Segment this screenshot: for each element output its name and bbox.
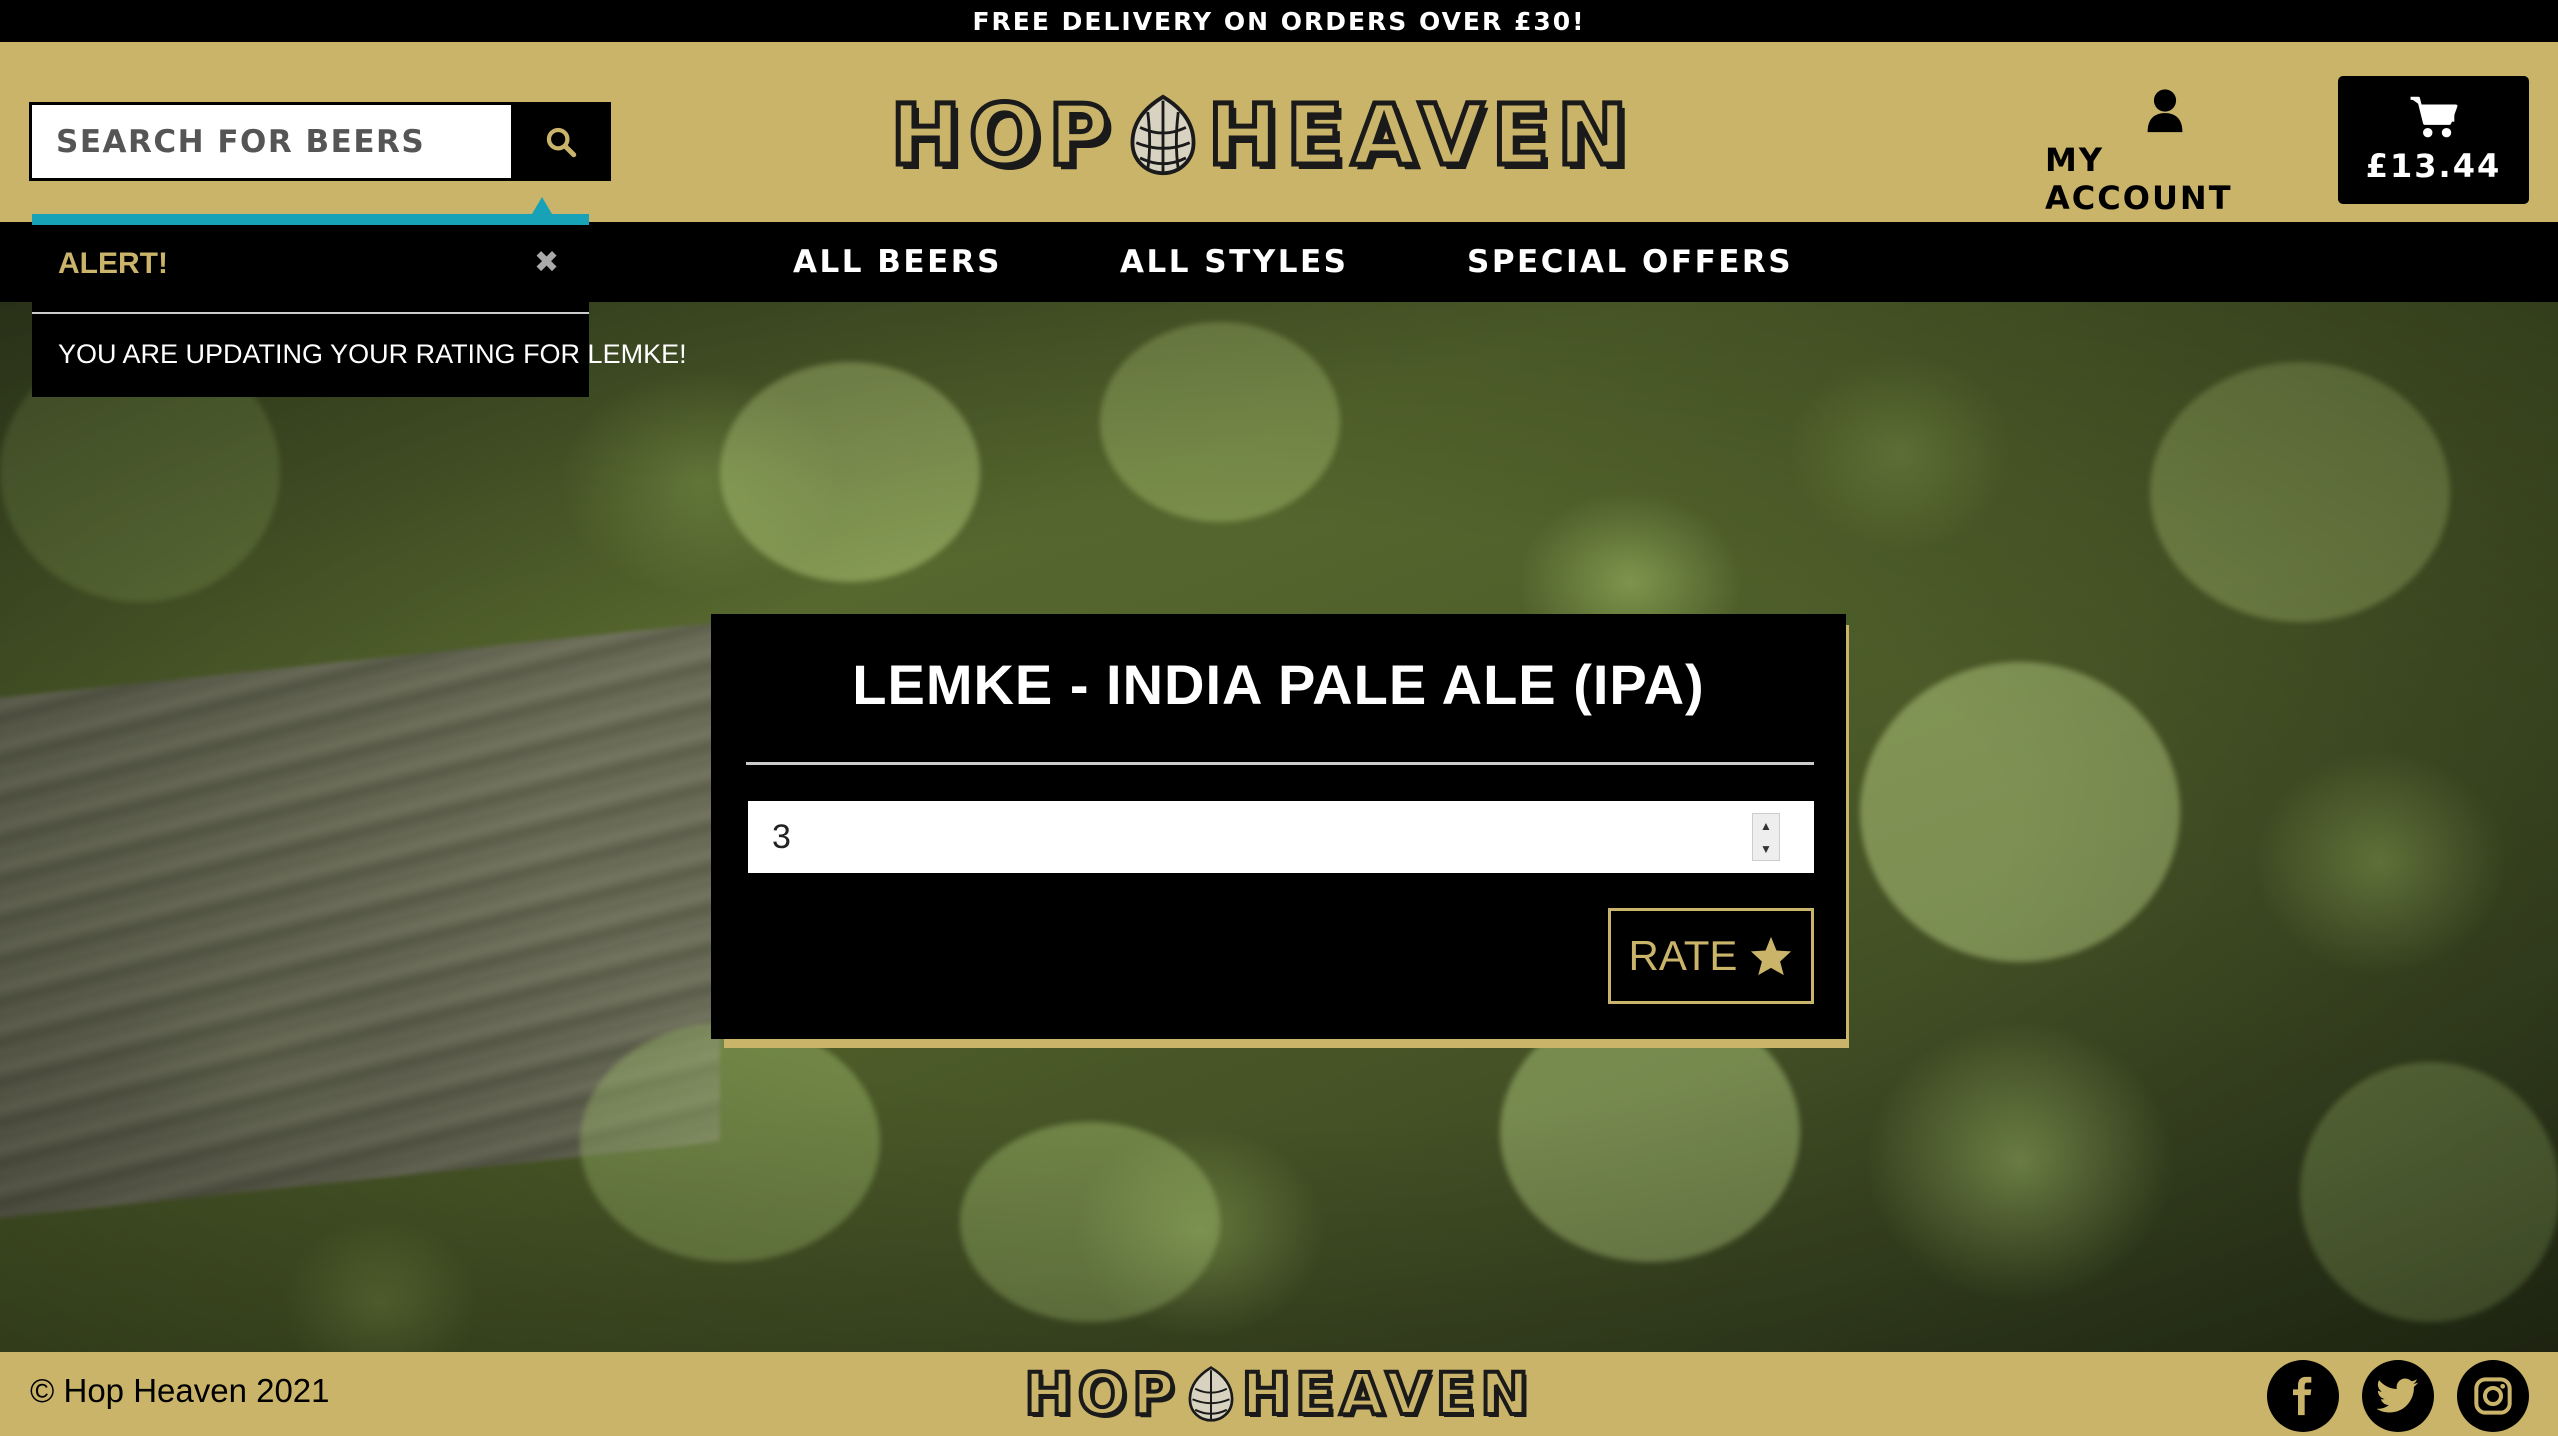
delivery-banner: FREE DELIVERY ON ORDERS OVER £30! xyxy=(0,0,2558,42)
site-footer: © Hop Heaven 2021 HOP HEAVEN xyxy=(0,1352,2558,1436)
site-header: HOP HEAVEN MY ACCOUNT £13.44 xyxy=(0,42,2558,222)
search-icon xyxy=(546,127,577,157)
user-icon xyxy=(2147,89,2183,133)
my-account-label: MY ACCOUNT xyxy=(2045,141,2233,217)
card-divider xyxy=(746,762,1814,765)
close-icon[interactable]: ✖ xyxy=(534,245,559,280)
footer-logo[interactable]: HOP HEAVEN xyxy=(1022,1358,1531,1430)
alert-divider xyxy=(32,312,589,314)
nav-item-all-beers[interactable]: ALL BEERS xyxy=(793,222,1002,302)
footer-logo-text-hop: HOP xyxy=(1022,1358,1180,1430)
alert-toast: ALERT! ✖ YOU ARE UPDATING YOUR RATING FO… xyxy=(32,197,687,397)
hop-cone-icon xyxy=(1188,1366,1234,1422)
facebook-link[interactable] xyxy=(2267,1360,2339,1432)
logo-text-heaven: HEAVEN xyxy=(1205,84,1636,187)
rating-stepper[interactable]: ▲ ▼ xyxy=(1752,813,1780,861)
logo-text-hop: HOP xyxy=(888,84,1118,187)
rating-card: LEMKE - INDIA PALE ALE (IPA) ▲ ▼ RATE xyxy=(711,614,1846,1039)
star-icon xyxy=(1751,936,1792,976)
nav-item-special-offers[interactable]: SPECIAL OFFERS xyxy=(1467,222,1793,302)
instagram-icon xyxy=(2474,1377,2512,1415)
cart-total: £13.44 xyxy=(2365,147,2502,185)
my-account-link[interactable]: MY ACCOUNT xyxy=(2045,82,2285,222)
cart-button[interactable]: £13.44 xyxy=(2338,76,2529,204)
stepper-down-icon[interactable]: ▼ xyxy=(1760,842,1772,856)
search-button[interactable] xyxy=(511,102,611,181)
rate-button[interactable]: RATE xyxy=(1608,908,1814,1004)
site-logo[interactable]: HOP HEAVEN xyxy=(888,84,1630,187)
alert-message: YOU ARE UPDATING YOUR RATING FOR LEMKE! xyxy=(58,339,687,369)
stepper-up-icon[interactable]: ▲ xyxy=(1760,819,1772,833)
alert-title: ALERT! xyxy=(58,247,168,280)
rating-input[interactable] xyxy=(748,801,1814,873)
search-input[interactable] xyxy=(29,102,511,181)
twitter-link[interactable] xyxy=(2362,1360,2434,1432)
footer-logo-text-heaven: HEAVEN xyxy=(1240,1358,1534,1430)
search-form xyxy=(29,102,611,181)
nav-item-all-styles[interactable]: ALL STYLES xyxy=(1120,222,1348,302)
shopping-cart-icon xyxy=(2410,96,2457,138)
twitter-icon xyxy=(2377,1378,2419,1413)
hop-cone-icon xyxy=(1130,94,1196,176)
beer-title: LEMKE - INDIA PALE ALE (IPA) xyxy=(852,653,1705,716)
rate-button-label: RATE xyxy=(1628,932,1738,979)
delivery-banner-text: FREE DELIVERY ON ORDERS OVER £30! xyxy=(972,6,1586,36)
alert-caret xyxy=(532,197,552,214)
copyright-text: © Hop Heaven 2021 xyxy=(30,1372,330,1409)
instagram-link[interactable] xyxy=(2457,1360,2529,1432)
facebook-icon xyxy=(2293,1376,2312,1416)
